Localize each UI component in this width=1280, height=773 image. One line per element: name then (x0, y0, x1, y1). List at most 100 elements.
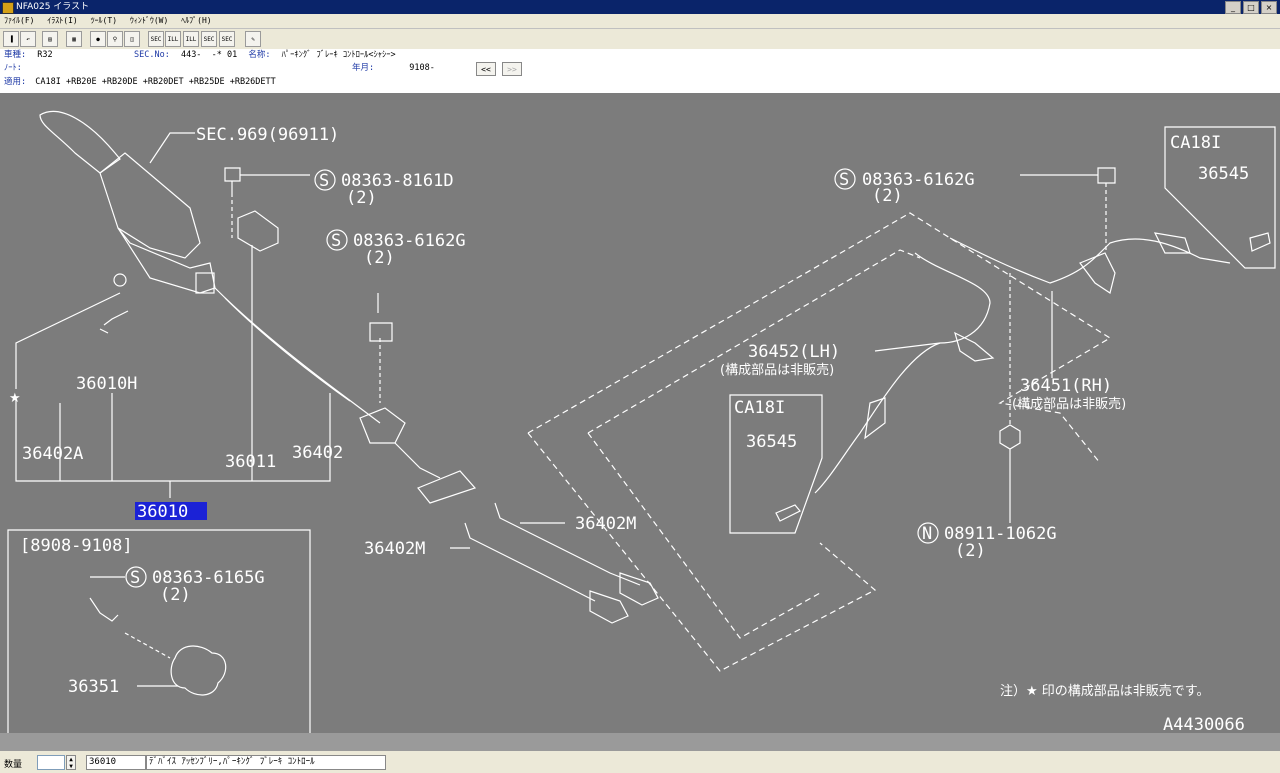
label-36010h[interactable]: 36010H (76, 374, 137, 394)
lever-handle (39, 110, 121, 174)
footnote: 注）★ 印の構成部品は非販売です。 (1000, 683, 1210, 699)
apply-value: CA18I +RB20E +RB20DE +RB20DET +RB25DE +R… (35, 77, 276, 87)
title-bar: NFA025 イラスト _ □ × (0, 0, 1280, 14)
label-36451-note: (構成部品は非販売) (1012, 396, 1126, 412)
label-ca18i-top: CA18I (1170, 133, 1221, 153)
label-36402[interactable]: 36402 (292, 443, 343, 463)
menu-bar: ﾌｧｲﾙ(F) ｲﾗｽﾄ(I) ﾂｰﾙ(T) ｳｨﾝﾄﾞｳ(W) ﾍﾙﾌﾟ(H) (0, 14, 1280, 29)
bolt-8161d (224, 167, 241, 193)
canvas-scroll-band (0, 733, 1280, 751)
label-08911-1062g-qty: (2) (955, 541, 986, 561)
next-page-button[interactable]: >> (502, 62, 522, 76)
quantity-label: 数量 (4, 760, 23, 770)
label-36451-rh[interactable]: 36451(RH) (1020, 376, 1112, 396)
minimize-button[interactable]: _ (1225, 1, 1241, 14)
hint-icon[interactable]: ✎ (245, 31, 261, 47)
label-36402a[interactable]: 36402A (22, 444, 83, 464)
window-controls: _ □ × (1223, 1, 1277, 15)
sec-next-button[interactable]: SEC (201, 31, 217, 47)
grid-icon[interactable]: ▦ (66, 31, 82, 47)
print-icon[interactable]: ▤ (42, 31, 58, 47)
name-label: 名称: (248, 50, 271, 60)
bolt-6165g (89, 597, 119, 622)
bolt-36010h (99, 310, 129, 334)
cable-36402m-left (464, 522, 596, 602)
illustration-canvas[interactable]: S S S N S ★ SEC.969(96911) 08363-8161D (… (0, 93, 1280, 751)
maximize-button[interactable]: □ (1243, 1, 1259, 14)
s-mark-label: S (839, 170, 849, 190)
bolt-6162g-left (369, 322, 393, 342)
label-sec969: SEC.969(96911) (196, 125, 339, 145)
label-36010[interactable]: 36010 (137, 502, 188, 522)
close-button[interactable]: × (1261, 1, 1277, 14)
sec-jump-button[interactable]: SEC (219, 31, 235, 47)
menu-illust[interactable]: ｲﾗｽﾄ(I) (47, 14, 77, 28)
label-08363-6165g-qty: (2) (160, 585, 191, 605)
info-panel: 車種: R32 SEC.No: 443- -* 01 名称: ﾊﾟｰｷﾝｸﾞ ﾌ… (0, 49, 1280, 93)
front-cable (214, 287, 381, 424)
bolt-36545-mid (775, 504, 801, 522)
part-number-field: 36010 (86, 755, 146, 770)
knob-36351 (170, 645, 227, 696)
nut-1062g (999, 424, 1021, 450)
washer (113, 273, 127, 287)
menu-file[interactable]: ﾌｧｲﾙ(F) (4, 14, 34, 28)
parts-illustration: S S S N S ★ SEC.969(96911) 08363-8161D (… (0, 110, 1280, 751)
s-mark-label: S (319, 171, 329, 191)
label-36011[interactable]: 36011 (225, 452, 276, 472)
app-icon (2, 2, 14, 14)
search-icon[interactable]: ⚲ (107, 31, 123, 47)
star-mark: ★ (9, 391, 21, 406)
prev-page-button[interactable]: << (476, 62, 496, 76)
part-name-field: ﾃﾞﾊﾞｲｽ ｱｯｾﾝﾌﾞﾘｰ,ﾊﾟｰｷﾝｸﾞ ﾌﾞﾚｰｷ ｺﾝﾄﾛｰﾙ (146, 755, 386, 770)
ill-next-button[interactable]: ILL (183, 31, 199, 47)
label-36402m-right[interactable]: 36402M (575, 514, 636, 534)
view-icon[interactable]: ◫ (124, 31, 140, 47)
menu-tools[interactable]: ﾂｰﾙ(T) (91, 14, 117, 28)
s-mark-label: S (130, 568, 140, 588)
switch-bracket (237, 210, 279, 252)
name-value: ﾊﾟｰｷﾝｸﾞ ﾌﾞﾚｰｷ ｺﾝﾄﾛｰﾙ<ｼｬｼｰ> (281, 50, 396, 60)
lever-bracket (195, 272, 215, 294)
date-label: 年月: (352, 63, 375, 73)
label-08363-8161d-qty: (2) (346, 188, 377, 208)
sec-label: SEC.No: (134, 50, 170, 60)
label-36452-lh[interactable]: 36452(LH) (748, 342, 840, 362)
label-date-range: [8908-9108] (20, 536, 133, 556)
illustration-number: A4430066 (1163, 715, 1245, 735)
n-mark-label: N (922, 524, 932, 544)
lever-boot (99, 152, 201, 259)
bolt-6162g-right (1097, 167, 1116, 184)
label-ca18i-mid: CA18I (734, 398, 785, 418)
record-icon[interactable]: ● (90, 31, 106, 47)
label-36351[interactable]: 36351 (68, 677, 119, 697)
label-08363-6162g-right-qty: (2) (872, 186, 903, 206)
cable-36452-lh (814, 252, 991, 494)
date-value: 9108- (409, 63, 435, 73)
undo-icon[interactable]: ↶ (20, 31, 36, 47)
toolbar: ▐ ↶ ▤ ▦ ● ⚲ ◫ SEC ILL ILL SEC SEC ✎ (0, 29, 1280, 49)
ill-prev-button[interactable]: ILL (165, 31, 181, 47)
book-icon[interactable]: ▐ (3, 31, 19, 47)
label-36545-top[interactable]: 36545 (1198, 164, 1249, 184)
sec-value: 443- -* 01 (180, 50, 238, 60)
status-bar: 数量 ▲ ▼ 36010 ﾃﾞﾊﾞｲｽ ｱｯｾﾝﾌﾞﾘｰ,ﾊﾟｰｷﾝｸﾞ ﾌﾞﾚｰ… (0, 753, 1280, 773)
model-label: 車種: (4, 50, 27, 60)
model-value: R32 (37, 50, 53, 60)
apply-label: 適用: (4, 77, 27, 87)
quantity-stepper[interactable]: ▲ ▼ (66, 755, 76, 770)
label-36452-note: (構成部品は非販売) (720, 362, 834, 378)
cable-guide (417, 470, 477, 504)
label-36402m-left[interactable]: 36402M (364, 539, 425, 559)
label-08363-6162g-left-qty: (2) (364, 248, 395, 268)
bolt-36545-top (1249, 232, 1271, 252)
sec-prev-button[interactable]: SEC (148, 31, 164, 47)
note-label: ﾉｰﾄ: (4, 63, 22, 73)
menu-window[interactable]: ｳｨﾝﾄﾞｳ(W) (130, 14, 168, 28)
inset-box (7, 529, 311, 733)
window-title: NFA025 イラスト (16, 2, 90, 12)
quantity-input[interactable] (37, 755, 65, 770)
s-mark-label: S (331, 231, 341, 251)
label-36545-mid[interactable]: 36545 (746, 432, 797, 452)
menu-help[interactable]: ﾍﾙﾌﾟ(H) (181, 14, 211, 28)
